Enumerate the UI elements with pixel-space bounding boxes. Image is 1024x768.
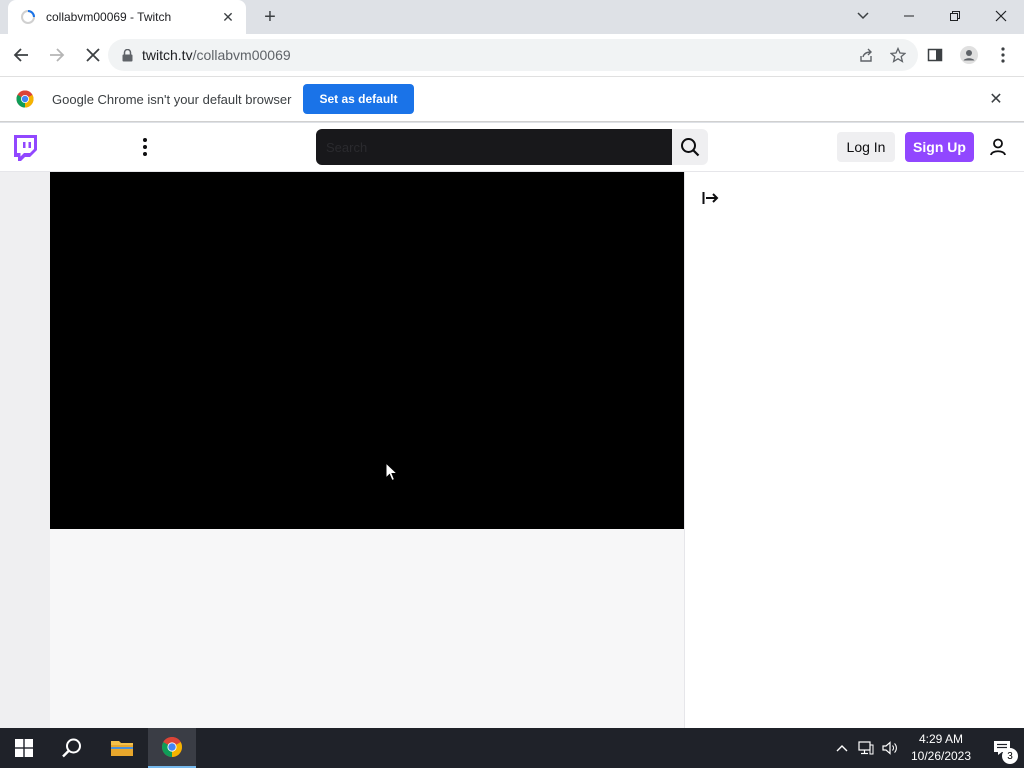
lock-icon[interactable] <box>120 48 134 62</box>
channel-info-area <box>50 529 684 728</box>
browser-tab[interactable]: collabvm00069 - Twitch ✕ <box>8 0 246 34</box>
forward-button[interactable] <box>42 40 72 70</box>
notification-count-badge: 3 <box>1002 748 1018 764</box>
chrome-taskbar-icon[interactable] <box>148 728 196 768</box>
action-center-icon[interactable]: 3 <box>980 728 1024 768</box>
twitch-search-input[interactable]: Search <box>316 129 672 165</box>
address-bar-actions <box>854 39 910 71</box>
twitch-logo-icon[interactable] <box>12 134 38 162</box>
chat-panel <box>684 172 1024 728</box>
minimize-button[interactable] <box>886 0 932 32</box>
back-button[interactable] <box>6 40 36 70</box>
file-explorer-icon[interactable] <box>98 728 146 768</box>
set-as-default-button[interactable]: Set as default <box>303 84 414 114</box>
collapse-chat-icon[interactable] <box>699 186 723 210</box>
default-browser-infobar: Google Chrome isn't your default browser… <box>0 76 1024 122</box>
more-options-icon[interactable] <box>135 135 155 159</box>
taskbar-clock[interactable]: 4:29 AM 10/26/2023 <box>902 728 980 768</box>
clock-date: 10/26/2023 <box>910 749 972 763</box>
tab-strip: collabvm00069 - Twitch ✕ + <box>0 0 1024 34</box>
share-icon[interactable] <box>854 43 878 67</box>
left-sidebar <box>0 172 50 728</box>
address-bar[interactable]: twitch.tv/collabvm00069 <box>108 39 918 71</box>
volume-icon[interactable] <box>878 728 902 768</box>
infobar-message: Google Chrome isn't your default browser <box>52 91 292 107</box>
log-in-button[interactable]: Log In <box>837 132 895 162</box>
toolbar-right <box>920 40 1018 70</box>
user-menu-icon[interactable] <box>986 135 1010 159</box>
loading-spinner-icon <box>20 9 36 25</box>
twitch-channel-page <box>0 172 1024 728</box>
restore-button[interactable] <box>932 0 978 32</box>
chrome-logo-icon <box>16 90 34 108</box>
tab-search-icon[interactable] <box>850 4 876 28</box>
search-icon[interactable] <box>672 129 708 165</box>
profile-avatar-icon[interactable] <box>954 40 984 70</box>
twitch-top-nav: Search Log In Sign Up <box>0 123 1024 172</box>
tab-title: collabvm00069 - Twitch <box>46 10 172 24</box>
window-controls <box>886 0 1024 32</box>
browser-toolbar: twitch.tv/collabvm00069 <box>0 34 1024 76</box>
video-player[interactable] <box>50 172 684 529</box>
system-tray: 4:29 AM 10/26/2023 3 <box>830 728 1024 768</box>
close-tab-icon[interactable]: ✕ <box>220 9 236 25</box>
windows-taskbar: 4:29 AM 10/26/2023 3 <box>0 728 1024 768</box>
new-tab-button[interactable]: + <box>258 6 282 28</box>
taskbar-search-icon[interactable] <box>48 728 96 768</box>
network-icon[interactable] <box>854 728 878 768</box>
chrome-menu-icon[interactable] <box>988 40 1018 70</box>
start-button[interactable] <box>0 728 48 768</box>
sign-up-button[interactable]: Sign Up <box>905 132 974 162</box>
bookmark-star-icon[interactable] <box>886 43 910 67</box>
show-hidden-icons-icon[interactable] <box>830 728 854 768</box>
close-window-button[interactable] <box>978 0 1024 32</box>
stop-loading-button[interactable] <box>78 40 108 70</box>
side-panel-icon[interactable] <box>920 40 950 70</box>
mouse-cursor-icon <box>385 461 399 482</box>
clock-time: 4:29 AM <box>918 732 964 746</box>
url-text: twitch.tv/collabvm00069 <box>142 47 291 63</box>
close-infobar-icon[interactable]: ✕ <box>986 89 1006 109</box>
